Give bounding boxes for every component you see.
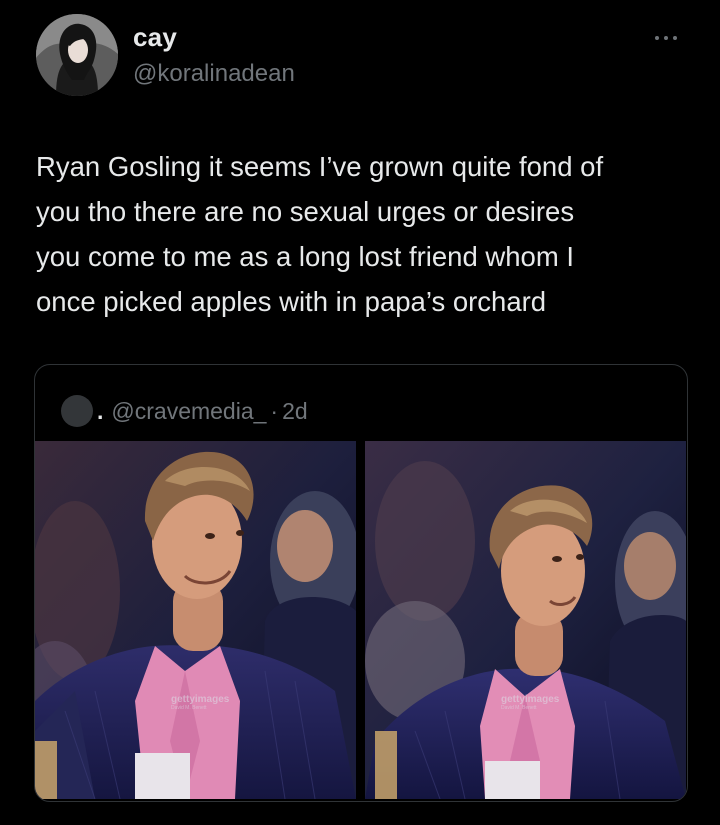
quoted-media-image-1[interactable]: gettyimages David M. Benett	[35, 441, 356, 799]
quoted-tweet-card[interactable]: . @cravemedia_ · 2d gettyimages David M.…	[34, 364, 688, 802]
photo-man-looking-up	[365, 441, 686, 799]
author-avatar[interactable]	[36, 14, 118, 96]
quoted-tweet-header: . @cravemedia_ · 2d	[61, 395, 308, 427]
more-options-button[interactable]	[648, 28, 684, 48]
quoted-separator: ·	[270, 397, 279, 424]
author-handle[interactable]: @koralinadean	[133, 60, 295, 88]
quoted-author-handle[interactable]: @cravemedia_	[111, 398, 266, 425]
avatar-photo	[36, 14, 118, 96]
quoted-author-avatar[interactable]	[61, 395, 93, 427]
quoted-timestamp[interactable]: 2d	[282, 398, 308, 425]
quoted-media-image-2[interactable]: gettyimages David M. Benett	[365, 441, 686, 799]
author-display-name[interactable]: cay	[133, 22, 177, 53]
quoted-author-name[interactable]: .	[97, 398, 103, 425]
more-horizontal-icon	[655, 36, 659, 40]
photo-man-smiling	[35, 441, 356, 799]
getty-watermark: gettyimages David M. Benett	[171, 694, 230, 712]
getty-watermark: gettyimages David M. Benett	[501, 694, 560, 712]
tweet-text: Ryan Gosling it seems I’ve grown quite f…	[36, 151, 604, 317]
